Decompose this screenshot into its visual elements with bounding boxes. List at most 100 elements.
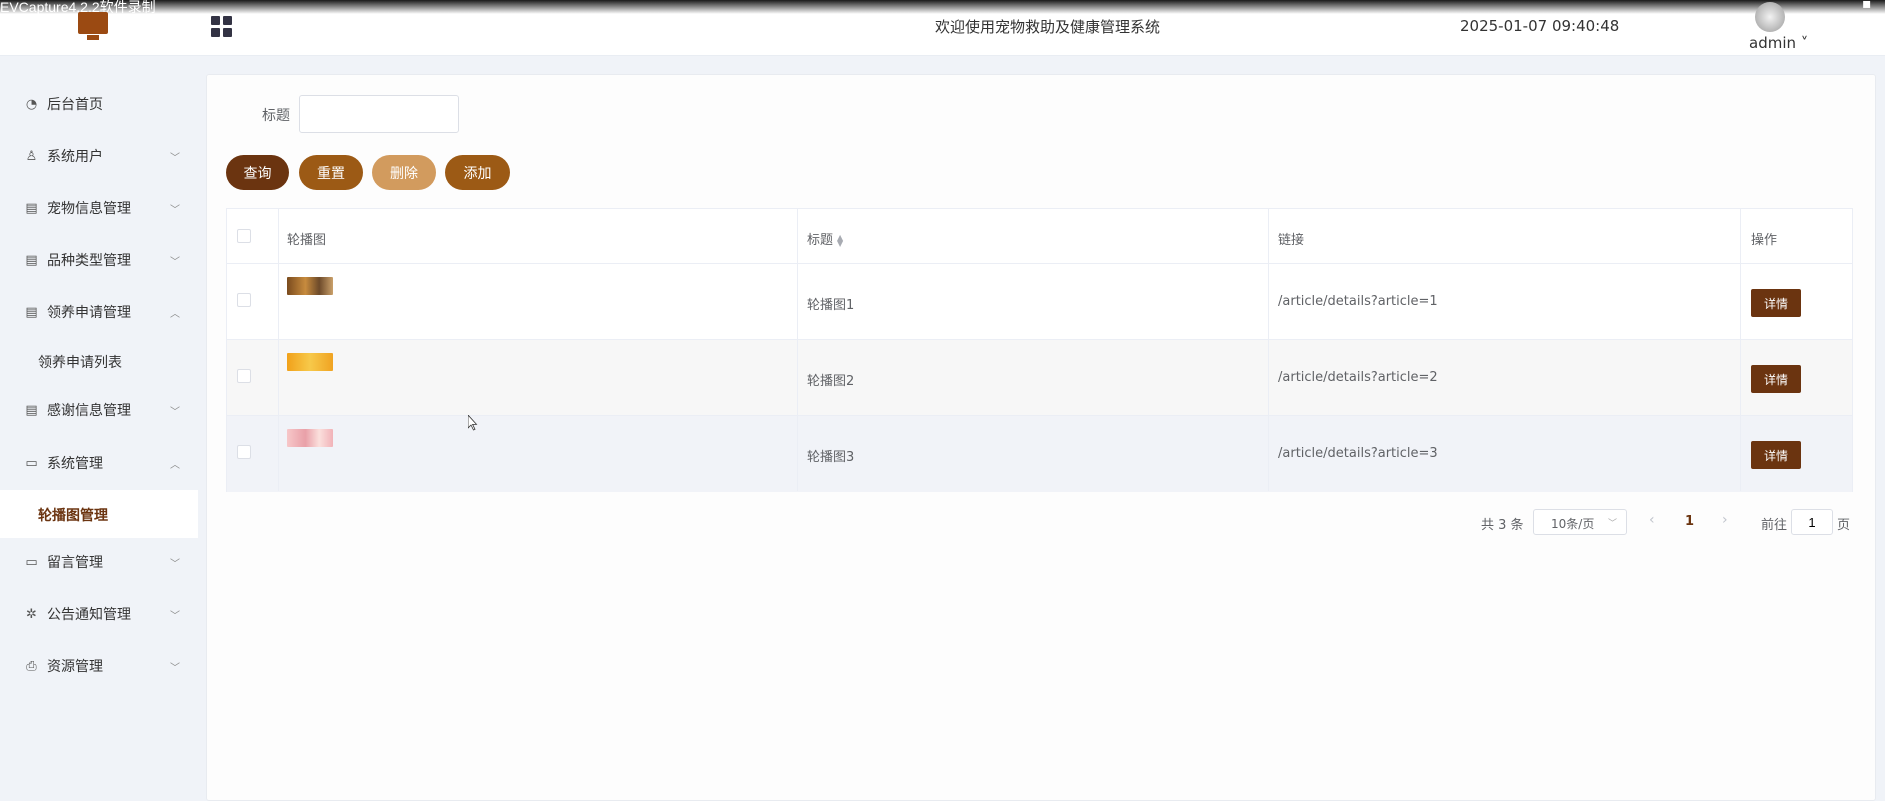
column-divider: [278, 209, 279, 491]
user-icon: ♙: [25, 148, 38, 164]
detail-button[interactable]: 详情: [1751, 441, 1801, 469]
sidebar-item-label: 留言管理: [47, 555, 103, 571]
sidebar-item-thanks[interactable]: ▤ 感谢信息管理 ﹀: [0, 386, 198, 434]
column-header-action: 操作: [1751, 233, 1778, 248]
goto-label: 前往: [1761, 518, 1788, 533]
sidebar-item-label: 系统用户: [47, 149, 103, 165]
chevron-down-icon: ﹀: [170, 256, 180, 268]
sidebar-subitem-label: 领养申请列表: [38, 355, 122, 371]
sidebar-item-label: 领养申请管理: [47, 305, 131, 321]
chevron-down-icon: ﹀: [1607, 519, 1617, 529]
card-icon: ▤: [25, 304, 38, 320]
mouse-cursor-icon: [468, 415, 478, 431]
column-divider: [797, 209, 798, 491]
sidebar-item-notices[interactable]: ✲ 公告通知管理 ﹀: [0, 590, 198, 638]
goto-page-input[interactable]: [1791, 509, 1833, 535]
detail-button[interactable]: 详情: [1751, 365, 1801, 393]
sidebar-item-label: 品种类型管理: [47, 253, 131, 269]
detail-button[interactable]: 详情: [1751, 289, 1801, 317]
carousel-thumbnail: [287, 429, 333, 447]
sidebar-item-system-manage[interactable]: ▭ 系统管理 ︿: [0, 439, 198, 487]
sidebar-item-messages[interactable]: ▭ 留言管理 ﹀: [0, 538, 198, 586]
select-all-checkbox[interactable]: [237, 229, 251, 243]
sidebar-item-label: 系统管理: [47, 456, 103, 472]
page-size-select[interactable]: 10条/页 ﹀: [1533, 509, 1627, 535]
column-divider: [1268, 209, 1269, 491]
sidebar-item-home[interactable]: ◔ 后台首页: [0, 80, 198, 128]
sidebar-subitem-carousel[interactable]: 轮播图管理: [0, 490, 198, 538]
delete-button[interactable]: 删除: [372, 155, 436, 190]
search-title-input[interactable]: [299, 95, 459, 133]
chevron-down-icon: ﹀: [170, 558, 180, 570]
column-header-title-text: 标题: [807, 233, 834, 248]
datetime-display: 2025-01-07 09:40:48: [1460, 17, 1620, 35]
chevron-down-icon: ﹀: [170, 204, 180, 216]
column-header-image: 轮播图: [287, 233, 327, 248]
row-checkbox[interactable]: [237, 445, 251, 459]
card-icon: ▤: [25, 402, 38, 418]
window-corner-icon: ▪: [1862, 0, 1872, 12]
chevron-down-icon: ﹀: [170, 406, 180, 418]
sidebar-item-pet-info[interactable]: ▤ 宠物信息管理 ﹀: [0, 184, 198, 232]
row-title: 轮播图1: [807, 298, 855, 313]
row-title: 轮播图2: [807, 374, 855, 389]
next-page-icon[interactable]: ›: [1722, 512, 1728, 528]
chevron-up-icon: ︿: [170, 308, 180, 320]
page-suffix-label: 页: [1837, 518, 1851, 533]
logo-monitor-icon: [78, 12, 108, 40]
row-link: /article/details?article=1: [1278, 294, 1438, 309]
carousel-thumbnail: [287, 353, 333, 371]
top-header: EVCapture4.2.2软件录制 欢迎使用宠物救助及健康管理系统 2025-…: [0, 0, 1885, 56]
card-icon: ▤: [25, 252, 38, 268]
sidebar-item-label: 资源管理: [47, 659, 103, 675]
sidebar-subitem-label: 轮播图管理: [38, 508, 108, 524]
folder-icon: ▭: [25, 554, 38, 570]
table-row: 轮播图2 /article/details?article=2 详情: [227, 340, 1852, 416]
search-title-label: 标题: [262, 108, 290, 124]
chevron-down-icon: ﹀: [170, 662, 180, 674]
sort-icon[interactable]: ▲ ▼: [837, 233, 843, 247]
card-icon: ▤: [25, 200, 38, 216]
chevron-down-icon: ﹀: [170, 610, 180, 622]
add-button[interactable]: 添加: [445, 155, 510, 190]
printer-icon: ⎙: [26, 658, 37, 674]
menu-toggle-grid-icon[interactable]: [211, 16, 232, 37]
folder-icon: ▭: [25, 455, 38, 471]
column-header-link: 链接: [1278, 233, 1305, 248]
pie-chart-icon: ◔: [25, 96, 38, 112]
prev-page-icon[interactable]: ‹: [1649, 512, 1655, 528]
column-divider: [1740, 209, 1741, 491]
sidebar-item-label: 感谢信息管理: [47, 403, 131, 419]
row-link: /article/details?article=2: [1278, 370, 1438, 385]
carousel-thumbnail: [287, 277, 333, 295]
reset-button[interactable]: 重置: [299, 155, 363, 190]
table-header: 轮播图 标题 ▲ ▼ 链接 操作: [227, 209, 1852, 264]
carousel-table: 轮播图 标题 ▲ ▼ 链接 操作 轮播图1 /article/details?art…: [226, 208, 1853, 492]
chevron-up-icon: ︿: [170, 459, 180, 471]
row-checkbox[interactable]: [237, 369, 251, 383]
sidebar-subitem-adoption-list[interactable]: 领养申请列表: [0, 337, 198, 385]
row-link: /article/details?article=3: [1278, 446, 1438, 461]
sidebar-item-label: 宠物信息管理: [47, 201, 131, 217]
avatar[interactable]: [1755, 2, 1785, 32]
sidebar: ◔ 后台首页 ♙ 系统用户 ﹀ ▤ 宠物信息管理 ﹀ ▤ 品种类型管理 ﹀ ▤ …: [0, 56, 198, 801]
column-header-title[interactable]: 标题 ▲ ▼: [807, 229, 843, 248]
system-title: 欢迎使用宠物救助及健康管理系统: [935, 18, 1161, 36]
recording-overlay-shade: [0, 0, 1885, 14]
sidebar-item-resources[interactable]: ⎙ 资源管理 ﹀: [0, 642, 198, 690]
sidebar-item-adoption[interactable]: ▤ 领养申请管理 ︿: [0, 288, 198, 336]
query-button[interactable]: 查询: [226, 155, 289, 190]
table-row: 轮播图1 /article/details?article=1 详情: [227, 264, 1852, 340]
page-size-value: 10条/页: [1551, 517, 1595, 531]
chevron-down-icon: ﹀: [170, 152, 180, 164]
user-dropdown[interactable]: admin ˅: [1749, 34, 1808, 52]
row-checkbox[interactable]: [237, 293, 251, 307]
page-number-current[interactable]: 1: [1685, 514, 1694, 529]
sidebar-item-label: 后台首页: [47, 97, 103, 113]
sidebar-item-breed-type[interactable]: ▤ 品种类型管理 ﹀: [0, 236, 198, 284]
pagination-total: 共 3 条: [1481, 518, 1524, 533]
row-title: 轮播图3: [807, 450, 855, 465]
sidebar-item-label: 公告通知管理: [47, 607, 131, 623]
sidebar-item-system-users[interactable]: ♙ 系统用户 ﹀: [0, 132, 198, 180]
loading-icon: ✲: [26, 606, 37, 622]
